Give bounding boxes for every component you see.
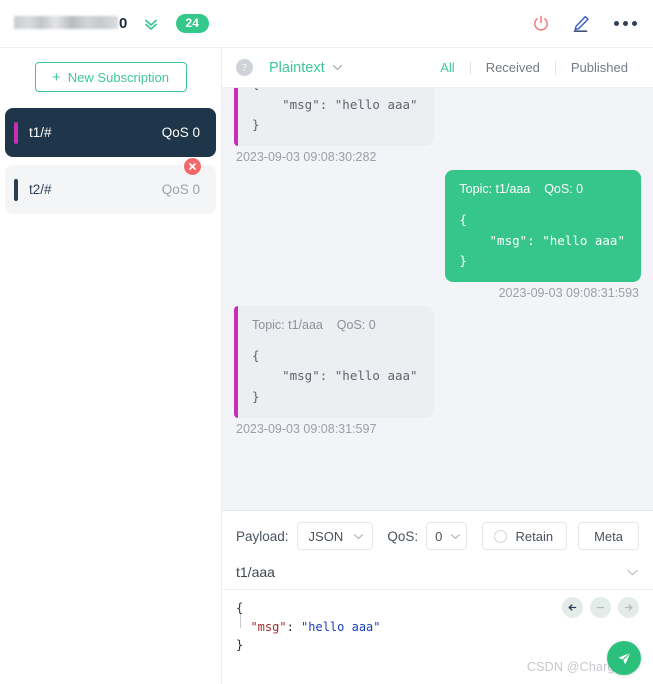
main-panel: ? Plaintext All Received Published "msg"… xyxy=(222,48,653,684)
retain-checkbox[interactable]: Retain xyxy=(481,522,568,550)
meta-button[interactable]: Meta xyxy=(578,522,639,550)
subscription-qos: QoS 0 xyxy=(161,182,200,197)
retain-label: Retain xyxy=(515,528,554,544)
chevron-double-down-icon[interactable] xyxy=(142,15,160,33)
message-bubble-published[interactable]: Topic: t1/aaa QoS: 0 { "msg": "hello aaa… xyxy=(445,169,641,282)
subscription-qos: QoS 0 xyxy=(161,125,200,140)
payload-label: Payload: xyxy=(236,528,289,544)
connection-name-redacted xyxy=(14,16,118,29)
publish-topic-value: t1/aaa xyxy=(236,564,275,580)
payload-format-selector[interactable]: Plaintext xyxy=(269,60,343,76)
main-header: ? Plaintext All Received Published xyxy=(222,48,653,88)
message-count-badge: 24 xyxy=(175,14,209,33)
chevron-down-icon xyxy=(451,533,461,539)
message-list[interactable]: { "msg": "hello aaa" } 2023-09-03 09:08:… xyxy=(222,88,653,510)
retain-radio-icon xyxy=(493,529,507,543)
tab-published[interactable]: Published xyxy=(556,60,643,76)
qos-label: QoS: xyxy=(387,528,419,544)
mqtt-client-window: 0 24 + New Subscription t1/# QoS 0 t2/# … xyxy=(0,0,653,684)
tab-all[interactable]: All xyxy=(425,60,469,76)
subscription-list: t1/# QoS 0 t2/# QoS 0 xyxy=(0,108,221,214)
minus-icon[interactable] xyxy=(590,597,611,618)
subscriptions-sidebar: + New Subscription t1/# QoS 0 t2/# QoS 0 xyxy=(0,48,222,684)
chevron-down-icon xyxy=(332,64,342,71)
subscription-item-t1[interactable]: t1/# QoS 0 xyxy=(5,108,216,157)
power-icon[interactable] xyxy=(531,14,551,34)
chevron-down-icon xyxy=(354,533,364,539)
message-body: { "msg": "hello aaa" } xyxy=(459,211,625,269)
body-row: + New Subscription t1/# QoS 0 t2/# QoS 0 xyxy=(0,48,653,684)
subscription-topic: t1/# xyxy=(29,125,52,140)
payload-type-select[interactable]: JSON xyxy=(296,522,374,550)
subscription-item-t2[interactable]: t2/# QoS 0 xyxy=(5,157,216,214)
message-bubble-received[interactable]: { "msg": "hello aaa" } xyxy=(234,88,434,146)
connection-name-suffix: 0 xyxy=(119,15,128,32)
arrow-right-icon[interactable] xyxy=(618,597,639,618)
publish-topic-input[interactable]: t1/aaa xyxy=(222,559,653,590)
code-brace-close: } xyxy=(236,638,244,653)
help-icon[interactable]: ? xyxy=(236,59,253,76)
message-timestamp: 2023-09-03 09:08:31:593 xyxy=(498,285,639,300)
editor-indent-guide xyxy=(240,614,241,628)
message-bubble-received[interactable]: Topic: t1/aaa QoS: 0 { "msg": "hello aaa… xyxy=(234,305,434,418)
qos-select[interactable]: 0 xyxy=(426,522,468,550)
new-subscription-button[interactable]: + New Subscription xyxy=(34,62,187,92)
send-button[interactable] xyxy=(607,641,641,675)
qos-value: 0 xyxy=(435,528,443,544)
send-icon xyxy=(617,651,631,664)
payload-format-label: Plaintext xyxy=(269,59,325,76)
plus-icon: + xyxy=(52,68,61,86)
message-item: Topic: t1/aaa QoS: 0 { "msg": "hello aaa… xyxy=(234,169,641,300)
message-item: { "msg": "hello aaa" } 2023-09-03 09:08:… xyxy=(234,88,641,164)
message-body: { "msg": "hello aaa" } xyxy=(252,88,418,133)
delete-subscription-icon[interactable] xyxy=(183,157,202,176)
chevron-down-icon xyxy=(627,569,638,575)
new-subscription-label: New Subscription xyxy=(67,69,169,85)
code-value: "hello aaa" xyxy=(301,619,381,634)
message-filter-tabs: All Received Published xyxy=(425,60,643,76)
publish-options-row: Payload: JSON QoS: 0 Retain Meta xyxy=(222,511,653,559)
connection-name[interactable]: 0 xyxy=(14,15,128,32)
code-brace-open: { xyxy=(236,601,244,615)
message-timestamp: 2023-09-03 09:08:30:282 xyxy=(236,149,377,164)
message-header: Topic: t1/aaa QoS: 0 xyxy=(252,317,376,332)
more-horizontal-icon[interactable] xyxy=(614,21,637,26)
payload-type-value: JSON xyxy=(308,528,344,544)
subscription-accent-bar xyxy=(14,121,18,144)
message-body: { "msg": "hello aaa" } xyxy=(252,347,418,404)
subscription-accent-bar xyxy=(14,178,18,201)
top-bar: 0 24 xyxy=(0,0,653,48)
payload-editor[interactable]: { "msg": "hello aaa" } CSDN @Charge3 xyxy=(222,590,653,684)
pencil-icon[interactable] xyxy=(571,13,592,34)
code-colon: : xyxy=(286,619,302,634)
message-item: Topic: t1/aaa QoS: 0 { "msg": "hello aaa… xyxy=(234,305,641,436)
code-key: "msg" xyxy=(250,619,287,634)
subscription-topic: t2/# xyxy=(29,182,52,197)
message-timestamp: 2023-09-03 09:08:31:597 xyxy=(236,421,377,436)
message-header: Topic: t1/aaa QoS: 0 xyxy=(459,181,584,196)
arrow-left-icon[interactable] xyxy=(562,597,583,618)
editor-nav-buttons xyxy=(562,597,639,618)
publish-panel: Payload: JSON QoS: 0 Retain Meta t1/aaa … xyxy=(222,510,653,684)
tab-received[interactable]: Received xyxy=(471,60,555,76)
